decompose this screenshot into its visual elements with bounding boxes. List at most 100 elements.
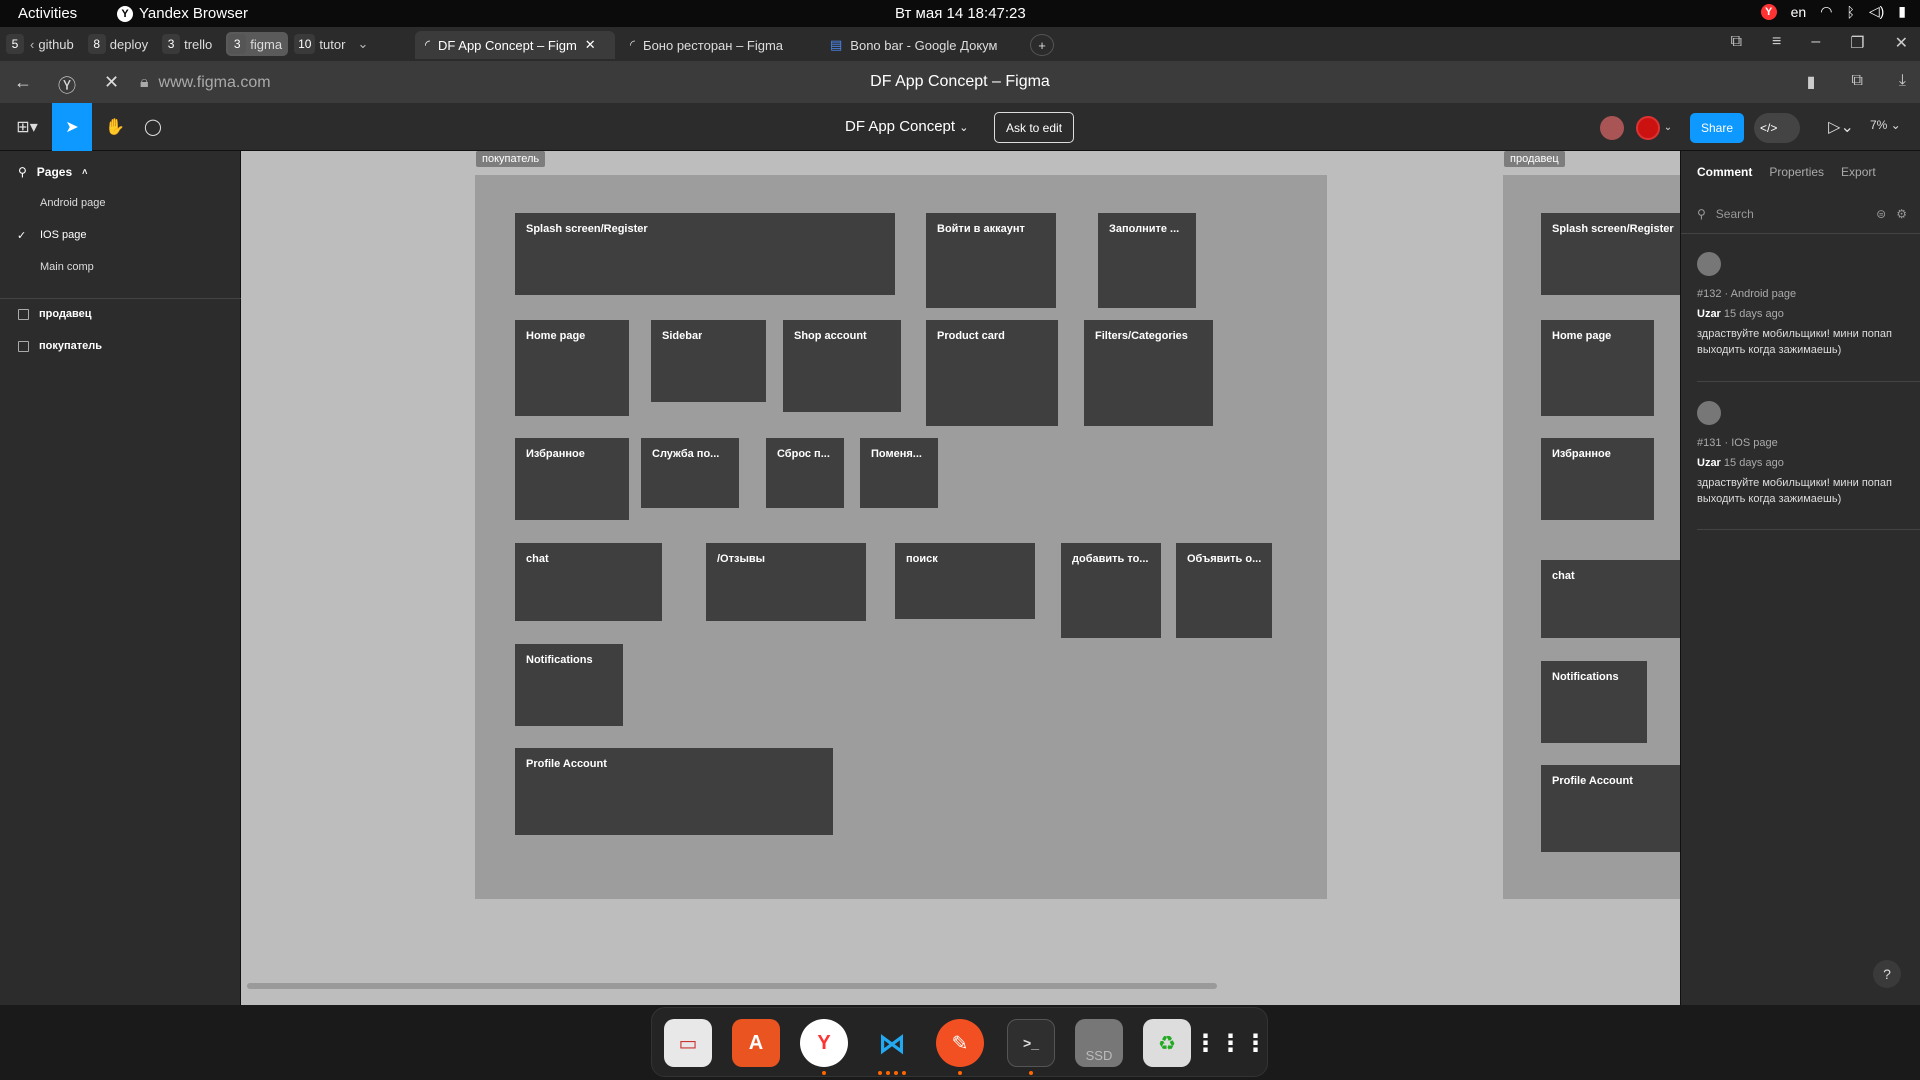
layer-seller[interactable]: продавец <box>18 308 92 320</box>
bluetooth-icon[interactable]: ᛒ <box>1846 4 1854 20</box>
layer-buyer[interactable]: покупатель <box>18 340 102 352</box>
app-grid-icon[interactable]: ⋮⋮⋮ <box>1194 1019 1268 1067</box>
url-field[interactable]: 🔒︎ www.figma.com <box>140 71 271 95</box>
tab-properties[interactable]: Properties <box>1769 165 1824 179</box>
wifi-icon[interactable]: ◠ <box>1820 3 1832 20</box>
move-tool-icon[interactable]: ➤ <box>52 103 92 151</box>
collections-icon[interactable]: ⧉ <box>1851 72 1862 92</box>
yandex-home-icon[interactable]: Ⓨ <box>58 72 76 98</box>
volume-icon[interactable]: ◁) <box>1869 3 1884 20</box>
postman-icon[interactable]: ✎ <box>936 1019 984 1067</box>
pages-header[interactable]: ⚲ Pages ˄ <box>18 165 87 179</box>
frame-card[interactable]: Избранное <box>515 438 629 520</box>
file-name-dropdown[interactable]: DF App Concept ⌄ <box>845 118 968 135</box>
tab-export[interactable]: Export <box>1841 165 1876 179</box>
tab-group-deploy[interactable]: 8 deploy <box>87 32 156 56</box>
system-tray[interactable]: Y en ◠ ᛒ ◁) ▮ <box>1760 3 1906 20</box>
section-label-buyer[interactable]: покупатель <box>476 151 546 167</box>
back-arrow-icon[interactable]: ← <box>14 72 32 93</box>
frame-card[interactable]: Сброс п... <box>766 438 844 508</box>
chevron-down-icon[interactable]: ⌄ <box>357 36 368 52</box>
active-app-menu[interactable]: Y Yandex Browser <box>117 5 248 22</box>
restore-icon[interactable]: ❐ <box>1850 33 1864 53</box>
page-ios[interactable]: IOS page <box>40 229 86 241</box>
new-tab-button[interactable]: + <box>1030 34 1054 56</box>
frame-card[interactable]: /Отзывы <box>706 543 866 621</box>
page-android[interactable]: Android page <box>40 197 105 209</box>
ask-to-edit-button[interactable]: Ask to edit <box>994 112 1075 143</box>
frame-card[interactable]: Splash screen/Register <box>1541 213 1680 295</box>
clock[interactable]: Вт мая 14 18:47:23 <box>895 5 1026 22</box>
search-icon[interactable]: ⚲ <box>18 165 27 179</box>
frame-card[interactable]: Избранное <box>1541 438 1654 520</box>
frame-card[interactable]: Поменя... <box>860 438 938 508</box>
tab-collections-icon[interactable]: ⧉ <box>1731 33 1742 53</box>
page-main-comp[interactable]: Main comp <box>40 261 94 273</box>
close-window-icon[interactable]: ✕ <box>1895 33 1908 53</box>
stop-loading-icon[interactable]: ✕ <box>104 72 119 93</box>
frame-card[interactable]: Войти в аккаунт <box>926 213 1056 308</box>
tab-group-trello[interactable]: 3 trello <box>162 32 220 56</box>
hand-tool-icon[interactable]: ✋ <box>100 111 130 143</box>
download-icon[interactable]: ⤓ <box>1899 72 1906 92</box>
tab-bono-restaurant[interactable]: ◜ Боно ресторан – Figma <box>620 31 815 59</box>
bookmark-icon[interactable]: ▮ <box>1807 72 1816 92</box>
vscode-icon[interactable]: ⋈ <box>868 1019 916 1067</box>
settings-icon[interactable]: ⚙ <box>1896 207 1907 221</box>
yandex-tray-icon[interactable]: Y <box>1760 3 1777 20</box>
frame-card[interactable]: Home page <box>1541 320 1654 416</box>
share-button[interactable]: Share <box>1690 113 1744 143</box>
dev-mode-toggle[interactable]: </> <box>1754 113 1800 143</box>
tab-group-tutor[interactable]: 10 tutor ⌄ <box>294 32 368 56</box>
frame-card[interactable]: Home page <box>515 320 629 416</box>
filter-icon[interactable]: ⊜ <box>1876 207 1886 221</box>
language-indicator[interactable]: en <box>1791 4 1807 20</box>
horizontal-scrollbar[interactable] <box>247 983 1217 989</box>
frame-card[interactable]: Notifications <box>1541 661 1647 743</box>
frame-card[interactable]: Notifications <box>515 644 623 726</box>
frame-card[interactable]: Заполните ... <box>1098 213 1196 308</box>
activities-button[interactable]: Activities <box>18 5 77 22</box>
zoom-dropdown[interactable]: 7% ⌄ <box>1870 118 1901 132</box>
frame-card[interactable]: Profile Account <box>1541 765 1680 852</box>
comment-item[interactable]: #131 · IOS page Uzar 15 days ago здраств… <box>1697 401 1907 507</box>
ssd-drive-icon[interactable]: SSD <box>1075 1019 1123 1067</box>
frame-card[interactable]: Profile Account <box>515 748 833 835</box>
trash-icon[interactable]: ♻ <box>1143 1019 1191 1067</box>
frame-card[interactable]: добавить то... <box>1061 543 1161 638</box>
figma-main-menu-icon[interactable]: ⊞▾ <box>12 111 42 143</box>
comment-tool-icon[interactable]: ◯ <box>138 111 168 143</box>
battery-icon[interactable]: ▮ <box>1898 3 1906 20</box>
frame-card[interactable]: Product card <box>926 320 1058 426</box>
close-tab-icon[interactable]: ✕ <box>585 37 596 53</box>
frame-card[interactable]: chat <box>1541 560 1680 638</box>
frame-card[interactable]: Служба по... <box>641 438 739 508</box>
tab-group-figma[interactable]: 3 figma <box>226 32 289 56</box>
frame-card[interactable]: Filters/Categories <box>1084 320 1213 426</box>
figma-canvas[interactable]: покупатель продавец Splash screen/Regist… <box>241 151 1680 1005</box>
avatar[interactable] <box>1600 116 1624 140</box>
terminal-icon[interactable]: >_ <box>1007 1019 1055 1067</box>
tab-group-github[interactable]: ‹ github <box>30 32 82 56</box>
comment-item[interactable]: #132 · Android page Uzar 15 days ago здр… <box>1697 252 1907 358</box>
menu-icon[interactable]: ≡ <box>1772 33 1781 53</box>
avatar[interactable] <box>1636 116 1660 140</box>
frame-card[interactable]: Sidebar <box>651 320 766 402</box>
frame-card[interactable]: Shop account <box>783 320 901 412</box>
frame-card[interactable]: Объявить о... <box>1176 543 1272 638</box>
minimize-icon[interactable]: – <box>1811 33 1820 53</box>
present-icon[interactable]: ▷⌄ <box>1826 111 1856 143</box>
yandex-browser-icon[interactable]: Y <box>800 1019 848 1067</box>
tab-comment[interactable]: Comment <box>1697 165 1752 179</box>
frame-card[interactable]: chat <box>515 543 662 621</box>
tab-bono-bar-docs[interactable]: ▤ Bono bar - Google Докум <box>820 31 1020 59</box>
app-center-icon[interactable]: A <box>732 1019 780 1067</box>
frame-card[interactable]: Splash screen/Register <box>515 213 895 295</box>
section-label-seller[interactable]: продавец <box>1504 151 1565 167</box>
frame-card[interactable]: поиск <box>895 543 1035 619</box>
help-button[interactable]: ? <box>1873 960 1901 988</box>
tab-group-5[interactable]: 5 <box>6 32 24 56</box>
files-app-icon[interactable]: ▭ <box>664 1019 712 1067</box>
tab-df-app-concept[interactable]: ◜ DF App Concept – Figm ✕ <box>415 31 615 59</box>
comment-search[interactable]: ⚲ Search ⊜ ⚙ <box>1697 207 1907 221</box>
